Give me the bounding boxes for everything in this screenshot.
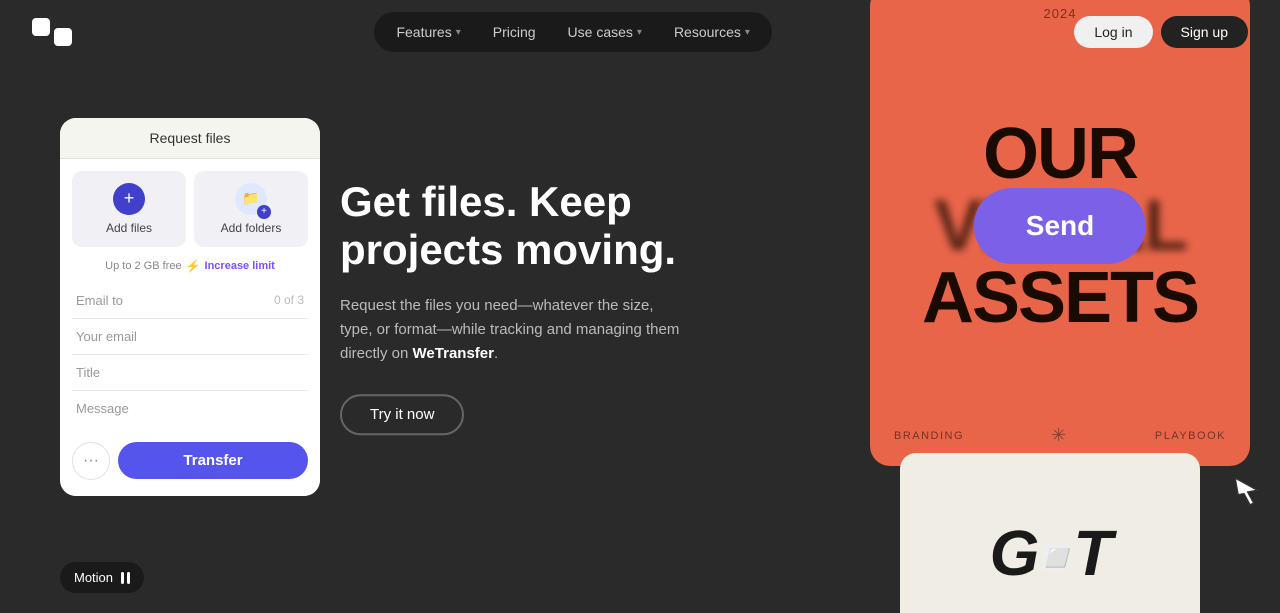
chevron-down-icon: ▾ xyxy=(456,27,461,38)
git-icon: ⬜ xyxy=(1041,544,1069,572)
star-icon: ✳ xyxy=(1051,425,1068,446)
storage-info: Up to 2 GB free ⚡ Increase limit xyxy=(72,259,308,273)
chevron-down-icon: ▾ xyxy=(637,27,642,38)
signup-button[interactable]: Sign up xyxy=(1161,16,1248,48)
orange-card: 2024 OUR VISUAL ASSETS Send BRANDING ✳ P… xyxy=(870,0,1250,466)
git-text: G⬜T xyxy=(990,516,1111,590)
add-folders-icon: 📁 + xyxy=(235,183,267,215)
file-request-widget: Request files + Add files 📁 + Add folder… xyxy=(60,118,320,496)
email-to-field[interactable]: Email to 0 of 3 xyxy=(72,283,308,319)
transfer-button[interactable]: Transfer xyxy=(118,442,308,479)
widget-header: Request files xyxy=(60,118,320,159)
navigation: Features ▾ Pricing Use cases ▾ Resources… xyxy=(0,0,1280,64)
title-field[interactable]: Title xyxy=(72,355,308,391)
ellipsis-icon: ··· xyxy=(83,452,99,470)
nav-auth: Log in Sign up xyxy=(1074,16,1248,48)
nav-resources[interactable]: Resources ▾ xyxy=(660,18,764,46)
nav-features[interactable]: Features ▾ xyxy=(382,18,474,46)
your-email-field[interactable]: Your email xyxy=(72,319,308,355)
right-visual: 2024 OUR VISUAL ASSETS Send BRANDING ✳ P… xyxy=(800,0,1280,613)
try-it-now-button[interactable]: Try it now xyxy=(340,394,464,435)
more-options-button[interactable]: ··· xyxy=(72,442,110,480)
hero-body: Request the files you need—whatever the … xyxy=(340,294,680,366)
card-footer: BRANDING ✳ PLAYBOOK xyxy=(870,425,1250,446)
cursor-icon xyxy=(1231,472,1265,515)
add-buttons-row: + Add files 📁 + Add folders xyxy=(72,171,308,247)
hero-headline: Get files. Keep projects moving. xyxy=(340,178,680,275)
send-button-overlay[interactable]: Send xyxy=(974,188,1146,264)
widget-actions: ··· Transfer xyxy=(72,442,308,480)
chevron-down-icon: ▾ xyxy=(745,27,750,38)
pause-icon xyxy=(121,572,130,584)
folder-plus-icon: + xyxy=(257,205,271,219)
nav-use-cases[interactable]: Use cases ▾ xyxy=(554,18,656,46)
beige-card: G⬜T xyxy=(900,453,1200,613)
motion-badge[interactable]: Motion xyxy=(60,562,144,593)
message-field[interactable]: Message xyxy=(72,391,308,426)
hero-section: Get files. Keep projects moving. Request… xyxy=(340,178,680,436)
add-files-button[interactable]: + Add files xyxy=(72,171,186,247)
nav-menu: Features ▾ Pricing Use cases ▾ Resources… xyxy=(374,12,771,52)
nav-pricing[interactable]: Pricing xyxy=(479,18,550,46)
add-folders-button[interactable]: 📁 + Add folders xyxy=(194,171,308,247)
increase-limit-link[interactable]: Increase limit xyxy=(205,260,275,272)
logo[interactable] xyxy=(32,18,72,46)
lightning-icon: ⚡ xyxy=(186,259,201,273)
add-files-icon: + xyxy=(113,183,145,215)
login-button[interactable]: Log in xyxy=(1074,16,1152,48)
